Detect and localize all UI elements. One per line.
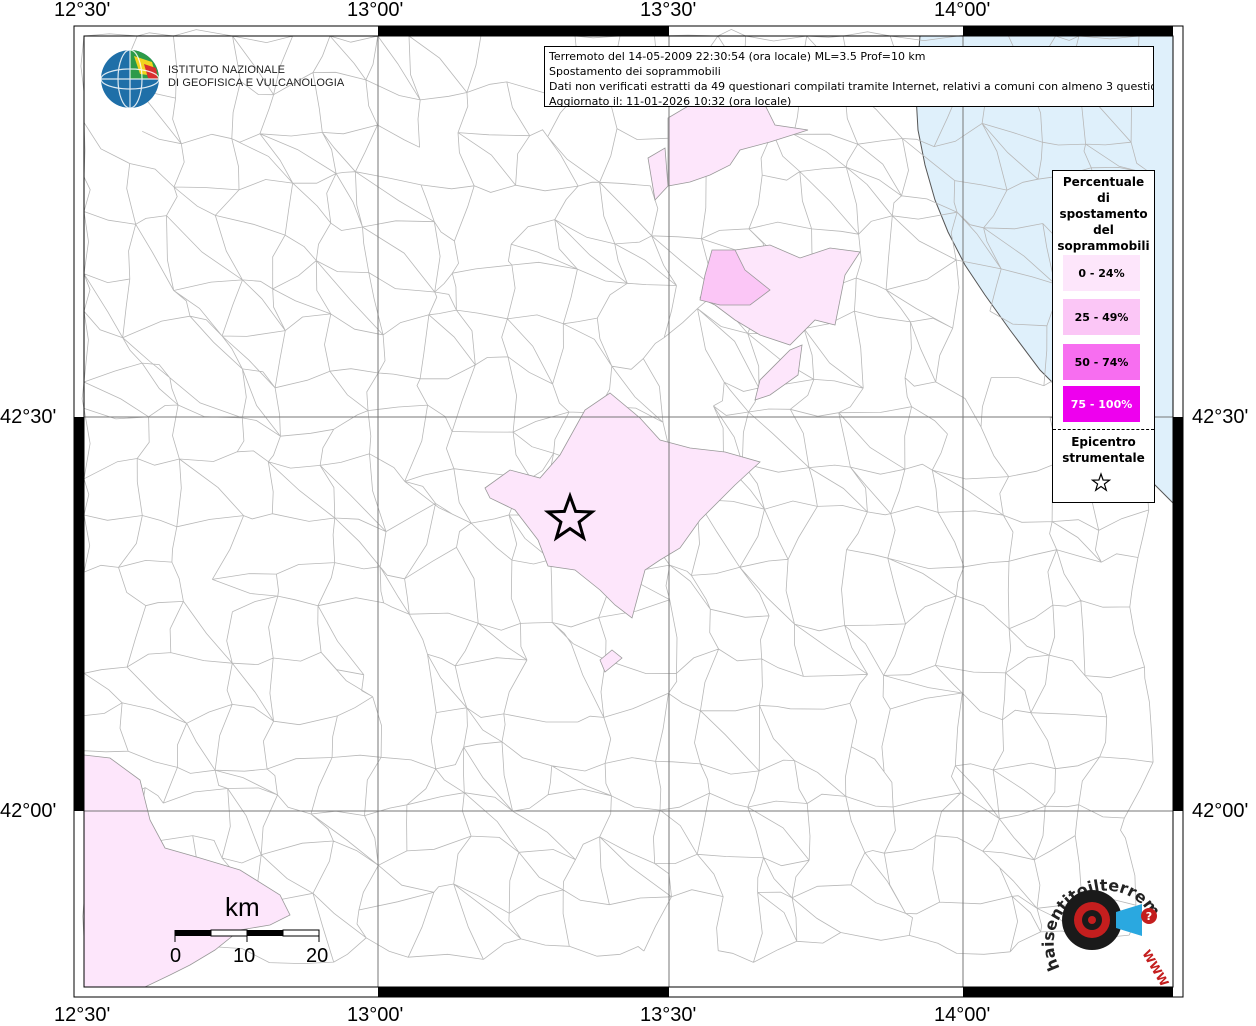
coord-left-1: 42°30' [0,406,57,428]
legend-class-4: 75 - 100% [1063,386,1140,422]
legend-class-2: 25 - 49% [1063,299,1140,335]
legend-star-icon [1090,472,1112,492]
hsi-www: WWW [1139,948,1171,989]
scale-ruler [174,929,320,942]
coord-left-2: 42°00' [0,800,57,822]
legend-epicenter-line2: strumentale [1062,451,1145,465]
legend-title-line4: del [1093,223,1114,237]
scale-label-20: 20 [306,945,329,967]
legend-class-3: 50 - 74% [1063,344,1140,380]
svg-text:?: ? [1146,910,1152,923]
event-info-box: Terremoto del 14-05-2009 22:30:54 (ora l… [544,46,1154,107]
hsi-megaphone-icon [1116,904,1142,936]
coord-right-2: 42°00' [1192,800,1249,822]
event-parameter: Spostamento dei soprammobili [549,65,721,78]
hsi-logo: haisentitoilterremoto.it ? WWW [1025,843,1175,989]
scale-label-10: 10 [233,945,256,967]
legend-epicenter-line1: Epicentro [1071,435,1136,449]
legend: Percentuale di spostamento del soprammob… [1052,170,1155,503]
coord-right-1: 42°30' [1192,406,1249,428]
legend-epicenter-label: Epicentro strumentale [1053,434,1154,466]
coord-bottom-4: 14°00' [934,1004,991,1026]
coord-top-1: 12°30' [54,0,111,21]
ingv-globe-icon [100,49,160,109]
coord-bottom-2: 13°00' [347,1004,404,1026]
legend-title-line2: di [1097,191,1110,205]
coord-bottom-1: 12°30' [54,1004,111,1026]
event-title: Terremoto del 14-05-2009 22:30:54 (ora l… [549,50,926,63]
hsi-logo-graphic: haisentitoilterremoto.it ? WWW [1025,843,1172,989]
scale-unit: km [225,892,260,922]
legend-title-line5: soprammobili [1057,239,1150,253]
coord-bottom-3: 13°30' [640,1004,697,1026]
ingv-name: ISTITUTO NAZIONALE DI GEOFISICA E VULCAN… [168,64,344,90]
ingv-name-line1: ISTITUTO NAZIONALE [168,64,286,76]
legend-title-line3: spostamento [1059,207,1148,221]
event-updated: Aggiornato il: 11-01-2026 10:32 (ora loc… [549,95,792,107]
event-data-note: Dati non verificati estratti da 49 quest… [549,80,1154,93]
coord-top-2: 13°00' [347,0,404,21]
legend-class-1: 0 - 24% [1063,255,1140,291]
legend-title-line1: Percentuale [1062,175,1145,189]
legend-divider [1053,429,1154,430]
coord-top-3: 13°30' [640,0,697,21]
scale-bar: km 0 10 20 [170,890,340,970]
ingv-name-line2: DI GEOFISICA E VULCANOLOGIA [168,77,345,89]
coord-top-4: 14°00' [934,0,991,21]
legend-title: Percentuale di spostamento del soprammob… [1053,171,1154,254]
scale-label-0: 0 [170,945,182,967]
